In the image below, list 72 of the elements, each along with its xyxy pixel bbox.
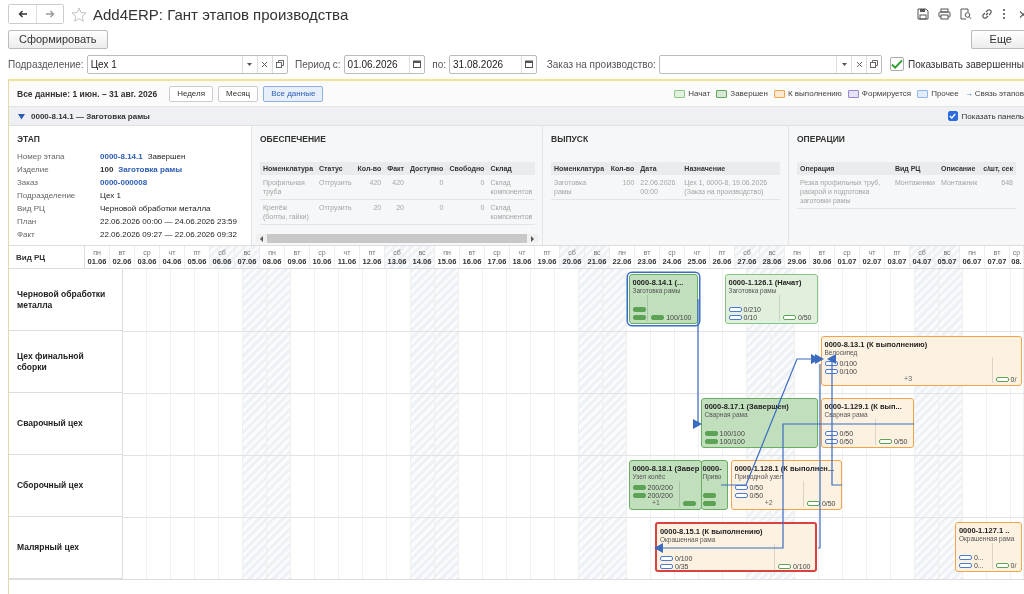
legend-label: Прочее — [931, 89, 959, 98]
scale-button[interactable]: Неделя — [169, 85, 214, 102]
period-from-label: Период с: — [294, 58, 341, 70]
dropdown-icon[interactable] — [247, 62, 253, 66]
more-button[interactable]: Еще — [970, 29, 1024, 49]
dropdown-icon[interactable] — [841, 62, 847, 66]
field-value: 22.06.2026 00:00 — 24.06.2026 23:59 — [100, 217, 237, 226]
legend-label: К выполнению — [787, 89, 842, 98]
scale-button[interactable]: Месяц — [218, 85, 259, 102]
back-arrow-icon — [17, 10, 28, 18]
field-label: Номер этапа — [17, 152, 66, 161]
calendar-icon[interactable] — [413, 60, 422, 68]
window-title: Add4ERP: Гант этапов производства — [93, 5, 349, 23]
checkbox-label: Показать панель — [961, 111, 1024, 121]
field-label: Факт — [17, 230, 36, 239]
legend-label: Связь этапов — [974, 89, 1024, 98]
arrow-glyph: → — [964, 89, 973, 98]
link-icon[interactable] — [981, 8, 993, 20]
row-label: Черновой обработки металла — [17, 288, 107, 311]
link[interactable]: 0000-000008 — [100, 178, 148, 187]
field-value: Черновой обработки металла — [100, 204, 211, 213]
period-to-field[interactable]: 31.08.2026 — [449, 54, 537, 74]
calendar-icon[interactable] — [524, 60, 533, 68]
field-value: 22.06.2026 09:27 — 22.06.2026 09:32 — [100, 230, 237, 239]
field-label: Вид РЦ — [17, 204, 46, 213]
section-title: ОПЕРАЦИИ — [797, 134, 846, 144]
checkbox[interactable] — [890, 57, 905, 71]
star-icon[interactable] — [71, 6, 87, 22]
division-field[interactable]: Цех 1 — [86, 54, 288, 74]
order-label: Заказ на производство: — [546, 58, 656, 70]
period-from-field[interactable]: 01.06.2026 — [343, 54, 426, 74]
checkbox-label: Показывать завершенны — [908, 58, 1024, 70]
field-label: Подразделение — [17, 191, 77, 200]
field-label: План — [17, 217, 38, 226]
checkbox[interactable] — [947, 111, 958, 121]
legend-label: Формируется — [861, 89, 912, 98]
link[interactable]: Заготовка рамы — [118, 165, 183, 174]
period-to-label: по: — [432, 58, 447, 70]
field-value: Цех 1 — [100, 191, 121, 200]
legend-label: Завершен — [730, 89, 768, 98]
save-icon[interactable] — [917, 8, 929, 20]
clear-icon[interactable] — [856, 61, 862, 67]
row-label: Малярный цех — [17, 542, 79, 553]
preview-icon[interactable] — [960, 8, 972, 20]
open-icon[interactable] — [870, 60, 879, 68]
field-value: 100 — [100, 165, 114, 174]
row-label: Сварочный цех — [17, 418, 83, 429]
more-icon[interactable] — [1002, 8, 1006, 20]
section-title: ЭТАП — [17, 134, 41, 144]
field-value: Завершен — [147, 152, 186, 161]
section-title: ВЫПУСК — [551, 134, 590, 144]
close-icon[interactable] — [1019, 9, 1024, 19]
scale-button[interactable]: Все данные — [263, 85, 324, 102]
scrollbar[interactable] — [256, 234, 538, 243]
range-label: Все данные: 1 июн. – 31 авг. 2026 — [17, 88, 158, 99]
order-field[interactable] — [658, 54, 883, 74]
open-icon[interactable] — [275, 60, 284, 68]
column-header: Вид РЦ — [9, 246, 85, 268]
field-label: Заказ — [17, 178, 39, 187]
clear-icon[interactable] — [262, 61, 268, 67]
print-icon[interactable] — [938, 8, 951, 20]
expand-icon[interactable] — [18, 112, 25, 120]
row-label: Сборочный цех — [17, 480, 84, 491]
row-label: Цех финальной сборки — [17, 350, 85, 373]
legend-label: Начат — [688, 89, 711, 98]
section-title: ОБЕСПЕЧЕНИЕ — [260, 134, 327, 144]
division-label: Подразделение: — [8, 58, 84, 70]
link[interactable]: 0000-8.14.1 — [100, 152, 143, 161]
generate-button[interactable]: Сформировать — [8, 29, 108, 49]
stage-title: 0000-8.14.1 — Заготовка рамы — [31, 111, 150, 121]
forward-arrow-icon — [45, 10, 55, 18]
field-label: Изделие — [17, 165, 50, 174]
